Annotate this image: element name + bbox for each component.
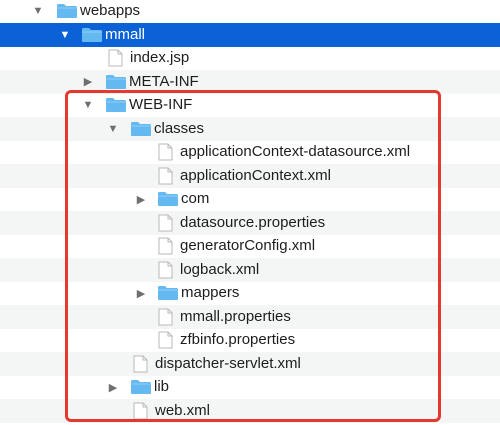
tree-row-applicationcontext-datasource-xml[interactable]: applicationContext-datasource.xml [0,140,500,164]
folder-icon [157,284,179,306]
tree-row-dispatcher-servlet-xml[interactable]: dispatcher-servlet.xml [0,351,500,376]
file-icon [133,402,148,425]
tree-item-label: datasource.properties [180,213,326,231]
folder-icon [130,378,152,400]
tree-item-label: lib [154,378,170,395]
expand-arrow-icon[interactable]: ▶ [133,187,149,211]
tree-row-logback-xml[interactable]: logback.xml [0,257,500,282]
tree-row-mappers[interactable]: ▶ mappers [0,281,500,305]
tree-row-web-inf[interactable]: ▼ WEB-INF [0,93,500,117]
tree-row-webapps[interactable]: ▼ webapps [0,0,500,23]
tree-row-classes[interactable]: ▼ classes [0,116,500,142]
tree-item-label: applicationContext.xml [180,166,331,184]
tree-item-label: webapps [80,2,141,19]
tree-item-label: generatorConfig.xml [180,237,316,254]
tree-row-applicationcontext-xml[interactable]: applicationContext.xml [0,163,500,188]
tree-row-lib[interactable]: ▶ lib [0,375,500,399]
collapse-arrow-icon[interactable]: ▼ [57,23,73,47]
tree-row-generatorconfig-xml[interactable]: generatorConfig.xml [0,234,500,258]
tree-item-label: WEB-INF [129,96,193,113]
folder-icon [56,2,78,24]
collapse-arrow-icon[interactable]: ▼ [105,117,121,141]
tree-item-label: logback.xml [180,260,260,278]
tree-item-label: com [181,190,210,207]
folder-icon [157,190,179,212]
tree-row-com[interactable]: ▶ com [0,187,500,211]
expand-arrow-icon[interactable]: ▶ [80,70,96,94]
folder-icon [81,26,103,48]
tree-item-label: META-INF [129,72,199,90]
tree-row-mmall-properties[interactable]: mmall.properties [0,304,500,329]
expand-arrow-icon[interactable]: ▶ [105,375,121,399]
tree-row-web-xml[interactable]: web.xml [0,398,500,425]
folder-icon [105,73,127,95]
tree-item-label: mmall.properties [180,307,291,325]
tree-item-label: classes [154,119,205,137]
collapse-arrow-icon[interactable]: ▼ [30,0,46,23]
tree-item-label: mmall [105,25,145,43]
collapse-arrow-icon[interactable]: ▼ [80,93,96,117]
tree-item-label: web.xml [155,401,211,419]
tree-item-label: applicationContext-datasource.xml [180,143,411,160]
tree-item-label: index.jsp [130,49,190,66]
tree-row-index-jsp[interactable]: index.jsp [0,46,500,70]
tree-item-label: mappers [181,284,240,301]
tree-row-zfbinfo-properties[interactable]: zfbinfo.properties [0,328,500,352]
expand-arrow-icon[interactable]: ▶ [133,281,149,305]
tree-row-mmall[interactable]: ▼ mmall [0,22,500,48]
tree-item-label: zfbinfo.properties [180,331,296,348]
tree-row-datasource-properties[interactable]: datasource.properties [0,210,500,235]
folder-icon [105,96,127,118]
folder-icon [130,120,152,142]
tree-row-meta-inf[interactable]: ▶ META-INF [0,69,500,95]
file-tree: ▼ webapps ▼ mmall index.jsp ▶ META-INF ▼ WEB-INF… [0,0,500,424]
tree-item-label: dispatcher-servlet.xml [155,354,301,372]
